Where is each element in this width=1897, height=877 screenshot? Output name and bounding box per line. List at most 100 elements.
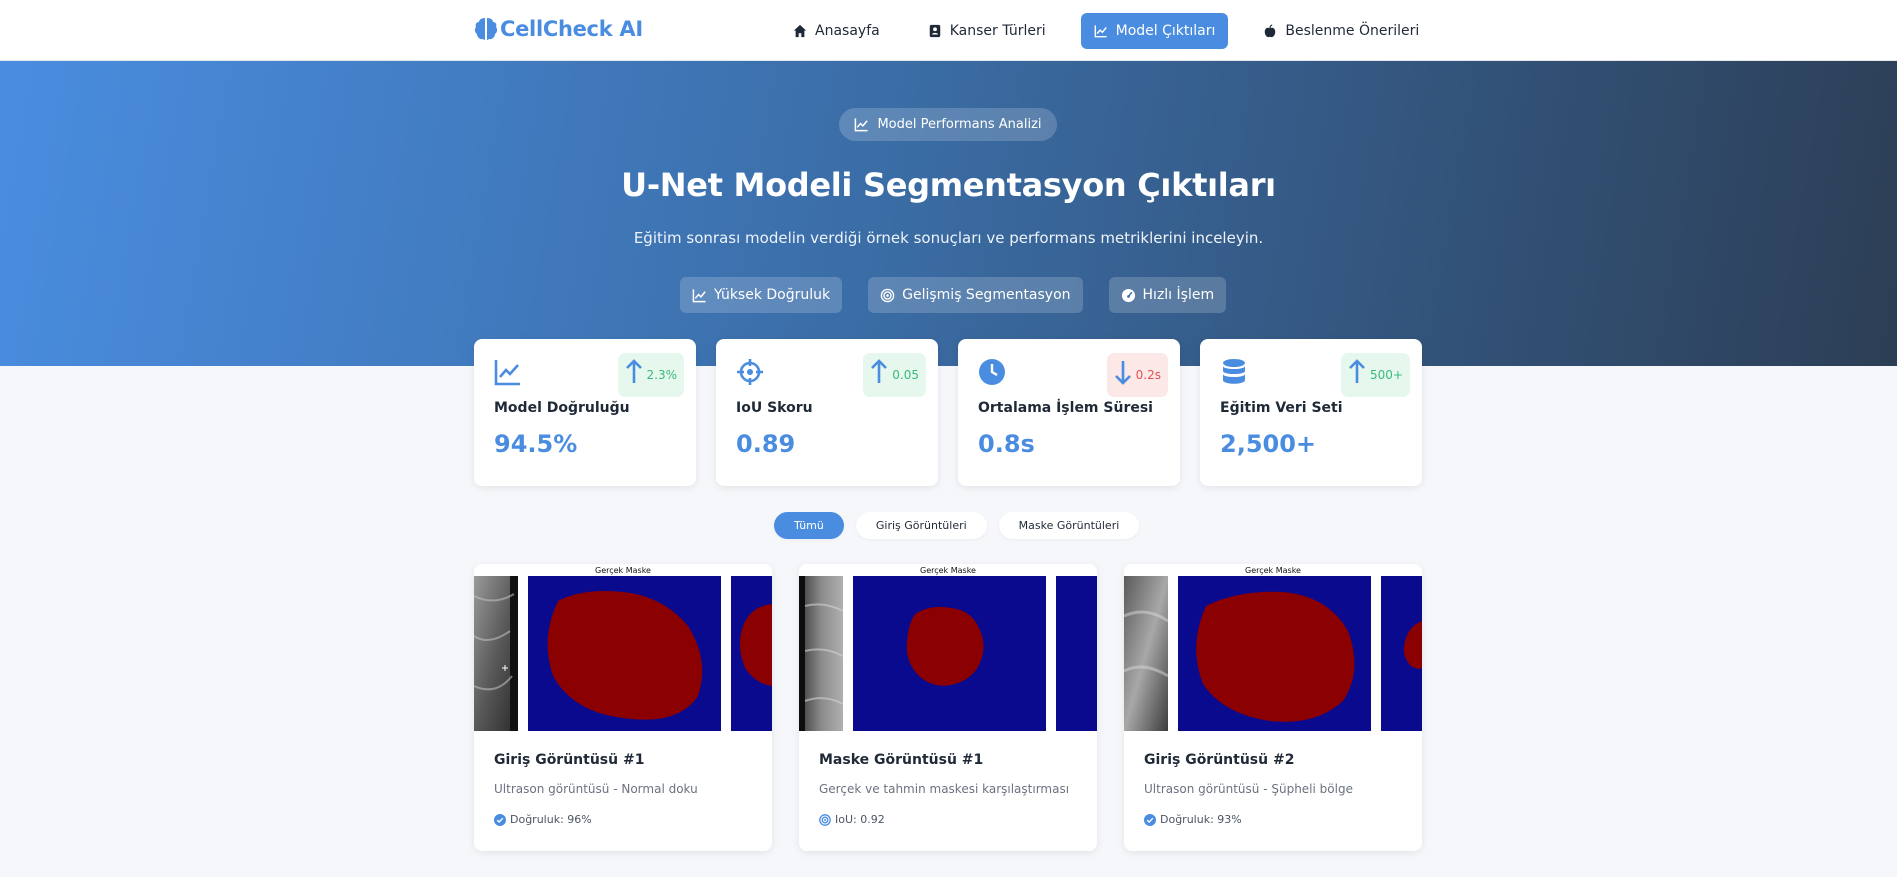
result-metric-value: Doğruluk: 93%	[1160, 813, 1242, 826]
result-title: Giriş Görüntüsü #1	[494, 752, 645, 768]
trend-value: 0.2s	[1135, 368, 1161, 382]
predicted-mask-image	[731, 576, 772, 731]
filter-tumu[interactable]: Tümü	[774, 512, 844, 539]
chart-line-icon	[1094, 25, 1107, 38]
predicted-mask-image	[1381, 576, 1422, 731]
hero-section: Model Performans Analizi U-Net Modeli Se…	[0, 61, 1897, 366]
nav-item-kanser-turleri[interactable]: Kanser Türleri	[915, 13, 1059, 49]
filter-giris-goruntuleri[interactable]: Giriş Görüntüleri	[855, 512, 987, 539]
segmentation-image[interactable]: Gerçek Maske	[474, 564, 772, 731]
navbar: CellCheck AI Anasayfa Kanser Türleri Mod…	[0, 0, 1897, 61]
stat-card-dataset: 500+ Eğitim Veri Seti 2,500+	[1200, 339, 1422, 486]
nav-item-model-ciktilari[interactable]: Model Çıktıları	[1080, 13, 1229, 49]
stat-card-accuracy: 2.3% Model Doğruluğu 94.5%	[474, 339, 696, 486]
stat-value: 2,500+	[1220, 430, 1317, 458]
gauge-icon	[1121, 288, 1135, 302]
ultrasound-image	[474, 576, 518, 731]
result-metric: Doğruluk: 96%	[494, 813, 592, 826]
pill-label: Gelişmiş Segmentasyon	[902, 287, 1071, 303]
image-title: Gerçek Maske	[1245, 566, 1301, 575]
results-grid: Gerçek Maske Giriş Görüntüsü #1 Ultrason…	[474, 564, 1422, 851]
arrow-up-icon	[871, 359, 888, 383]
true-mask-image	[853, 576, 1046, 731]
result-card[interactable]: Gerçek Maske Giriş Görüntüsü #1 Ultrason…	[474, 564, 772, 851]
hero-badge: Model Performans Analizi	[839, 108, 1057, 141]
trend-value: 500+	[1370, 368, 1403, 382]
result-description: Ultrason görüntüsü - Normal doku	[494, 782, 698, 796]
nav-item-label: Anasayfa	[815, 23, 880, 39]
pill-label: Yüksek Doğruluk	[714, 287, 831, 303]
stat-label: IoU Skoru	[736, 400, 813, 416]
pill-label: Hızlı İşlem	[1142, 287, 1215, 303]
stat-value: 0.8s	[978, 430, 1035, 458]
id-card-icon	[929, 24, 940, 38]
result-title: Giriş Görüntüsü #2	[1144, 752, 1295, 768]
ultrasound-image	[799, 576, 843, 731]
target-icon	[819, 813, 831, 826]
ultrasound-image	[1124, 576, 1168, 731]
chart-line-icon	[692, 288, 706, 302]
arrow-up-icon	[1349, 359, 1365, 383]
home-icon	[793, 24, 807, 38]
arrow-up-icon	[625, 359, 642, 383]
result-metric-value: IoU: 0.92	[835, 813, 885, 826]
main-nav: Anasayfa Kanser Türleri Model Çıktıları …	[780, 13, 1432, 49]
trend-value: 2.3%	[646, 368, 678, 382]
nav-item-label: Kanser Türleri	[949, 23, 1046, 39]
crosshairs-icon	[737, 359, 763, 385]
result-card[interactable]: Gerçek Maske Maske Görüntüsü #1 Gerçek v…	[799, 564, 1097, 851]
result-description: Gerçek ve tahmin maskesi karşılaştırması	[819, 782, 1070, 796]
nav-item-label: Beslenme Önerileri	[1285, 23, 1420, 39]
nav-item-beslenme-onerileri[interactable]: Beslenme Önerileri	[1250, 13, 1432, 49]
nav-item-anasayfa[interactable]: Anasayfa	[780, 13, 893, 49]
clock-icon	[979, 359, 1005, 385]
stat-value: 0.89	[736, 430, 796, 458]
target-icon	[880, 288, 895, 302]
trend-badge: 0.05	[863, 353, 926, 397]
nav-item-label: Model Çıktıları	[1115, 23, 1216, 39]
result-description: Ultrason görüntüsü - Şüpheli bölge	[1144, 782, 1353, 796]
brand-logo[interactable]: CellCheck AI	[474, 16, 643, 42]
hero-badge-label: Model Performans Analizi	[877, 117, 1042, 132]
trend-badge: 0.2s	[1106, 353, 1168, 397]
page-subtitle: Eğitim sonrası modelin verdiği örnek son…	[633, 229, 1264, 247]
check-circle-icon	[1144, 813, 1156, 826]
result-metric: Doğruluk: 93%	[1144, 813, 1242, 826]
image-title: Gerçek Maske	[595, 566, 651, 575]
result-metric-value: Doğruluk: 96%	[510, 813, 592, 826]
stat-card-iou: 0.05 IoU Skoru 0.89	[716, 339, 938, 486]
feature-pills: Yüksek Doğruluk Gelişmiş Segmentasyon Hı…	[680, 277, 1227, 313]
database-icon	[1223, 359, 1245, 384]
true-mask-image	[1178, 576, 1371, 731]
trend-badge: 2.3%	[617, 353, 684, 397]
apple-icon	[1265, 24, 1276, 38]
arrow-down-icon	[1114, 361, 1131, 385]
segmentation-image[interactable]: Gerçek Maske	[1124, 564, 1422, 731]
pill-hizli-islem[interactable]: Hızlı İşlem	[1108, 277, 1227, 313]
stat-label: Eğitim Veri Seti	[1220, 400, 1343, 416]
stat-label: Model Doğruluğu	[494, 400, 630, 416]
stat-label: Ortalama İşlem Süresi	[978, 400, 1153, 416]
pill-yuksek-dogruluk[interactable]: Yüksek Doğruluk	[680, 277, 843, 313]
chart-line-icon	[494, 360, 520, 386]
segmentation-image[interactable]: Gerçek Maske	[799, 564, 1097, 731]
filter-tabs: Tümü Giriş Görüntüleri Maske Görüntüleri	[774, 512, 1140, 539]
brand-name: CellCheck AI	[500, 17, 643, 41]
result-title: Maske Görüntüsü #1	[819, 752, 984, 768]
trend-value: 0.05	[892, 368, 919, 382]
trend-badge: 500+	[1341, 353, 1410, 397]
stat-value: 94.5%	[494, 430, 578, 458]
predicted-mask-image	[1056, 576, 1097, 731]
check-circle-icon	[494, 813, 506, 826]
true-mask-image	[528, 576, 721, 731]
page-title: U-Net Modeli Segmentasyon Çıktıları	[621, 166, 1276, 204]
pill-gelismis-segmentasyon[interactable]: Gelişmiş Segmentasyon	[868, 277, 1083, 313]
stat-card-processing-time: 0.2s Ortalama İşlem Süresi 0.8s	[958, 339, 1180, 486]
image-title: Gerçek Maske	[920, 566, 976, 575]
result-card[interactable]: Gerçek Maske Giriş Görüntüsü #2 Ultrason…	[1124, 564, 1422, 851]
brain-icon	[474, 18, 498, 40]
filter-maske-goruntuleri[interactable]: Maske Görüntüleri	[998, 512, 1140, 539]
stats-row: 2.3% Model Doğruluğu 94.5% 0.05 IoU Skor…	[474, 339, 1422, 486]
chart-line-icon	[855, 118, 869, 132]
result-metric: IoU: 0.92	[819, 813, 885, 826]
